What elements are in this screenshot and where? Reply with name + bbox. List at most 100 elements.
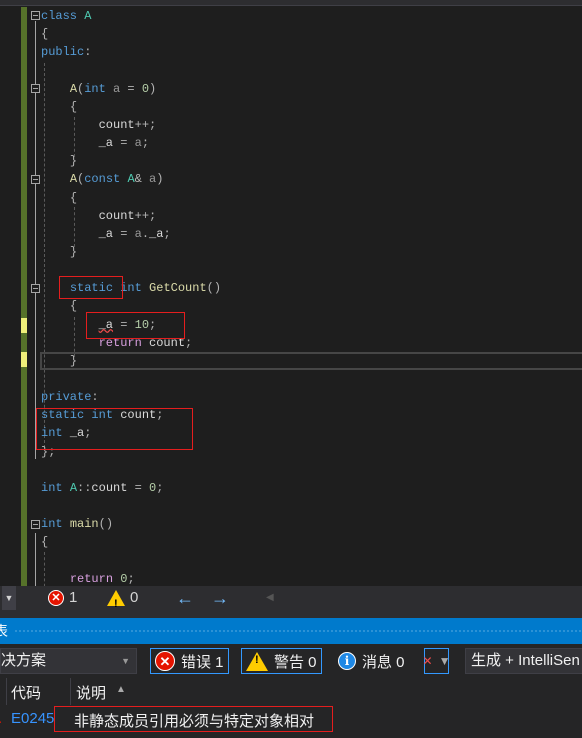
column-code[interactable]: 代码 [11, 682, 41, 703]
code-token: count [91, 480, 128, 495]
code-token: { [69, 190, 78, 205]
code-line: { [41, 533, 48, 551]
code-token: int [41, 517, 63, 532]
code-line: { [41, 98, 77, 116]
code-token: ; [141, 136, 150, 151]
code-token: a [134, 136, 142, 151]
collapse-icon[interactable] [31, 84, 40, 93]
code-line: } [41, 152, 77, 170]
code-token: 0 [141, 81, 150, 96]
code-token: ; [156, 480, 164, 495]
dropdown-arrow-icon[interactable]: ▼ [2, 586, 16, 610]
code-token: ; [127, 571, 135, 586]
warning-count[interactable]: 0 [107, 586, 138, 616]
code-token: A [84, 9, 92, 23]
current-line-highlight [40, 352, 582, 370]
code-token: public [41, 45, 85, 60]
code-token: & [134, 172, 142, 187]
code-line: } [41, 243, 77, 261]
code-line: { [41, 25, 48, 43]
error-row[interactable]: . E0245 非静态成员引用必须与特定对象相对 [0, 705, 582, 738]
warning-icon [107, 590, 125, 616]
collapse-icon[interactable] [31, 175, 40, 184]
error-code[interactable]: E0245 [11, 710, 54, 727]
scope-select[interactable]: 决方案 ▼ [0, 648, 137, 674]
code-token: _a [98, 226, 114, 241]
code-line: { [41, 189, 77, 207]
code-token: private [41, 390, 92, 405]
unsaved-change-marker [21, 352, 27, 367]
error-icon: ✕ [48, 590, 64, 606]
annotation-box [86, 312, 185, 339]
code-line: A(int a = 0) [41, 80, 156, 98]
code-line: A(const A& a) [41, 170, 164, 188]
code-token: count [98, 208, 135, 223]
code-line: } [41, 352, 77, 370]
code-line: class A [41, 7, 91, 25]
errors-filter-button[interactable]: ✕ 错误 1 [150, 648, 229, 674]
code-token: : [91, 390, 99, 405]
annotation-box [59, 276, 123, 299]
code-token: ; [185, 335, 193, 350]
code-token: class [41, 9, 78, 23]
code-line: count++; [41, 207, 157, 225]
error-count[interactable]: ✕ 1 [48, 586, 77, 610]
warnings-filter-button[interactable]: 警告 0 [241, 648, 322, 674]
code-token: ++; [134, 117, 157, 132]
code-token: = [113, 136, 135, 151]
error-list-toolbar: 决方案 ▼ ✕错误 1 警告 0 i消息 0 ✕▼ 生成 + IntelliSe… [0, 644, 582, 678]
code-token: { [69, 299, 78, 314]
code-token: _a [98, 136, 114, 151]
annotation-box [36, 408, 193, 450]
change-margin [21, 7, 27, 586]
code-line: count++; [41, 116, 157, 134]
code-token: const [84, 172, 121, 187]
code-line: _a = a._a; [41, 225, 171, 243]
code-token: A [127, 172, 135, 187]
code-token: A [69, 480, 78, 495]
column-description[interactable]: 说明 [76, 682, 106, 703]
collapse-icon[interactable] [31, 520, 40, 529]
source-select[interactable]: 生成 + IntelliSen [465, 648, 582, 674]
drag-grip[interactable] [14, 629, 582, 634]
code-token: a [134, 226, 142, 241]
code-token: = [127, 480, 150, 495]
code-token: _a [149, 226, 164, 241]
arrow-left-icon[interactable]: ← [176, 586, 194, 610]
outline-guide [35, 533, 36, 586]
code-token: count [98, 117, 135, 132]
panel-title: 表 [0, 623, 8, 639]
splitter [0, 610, 582, 618]
code-token: ; [163, 226, 171, 241]
clear-filter-icon[interactable]: ✕ ▼ [423, 648, 450, 674]
code-token: . [141, 226, 150, 241]
chevron-down-icon: ▼ [121, 656, 130, 666]
code-line: int main() [41, 515, 113, 533]
collapse-icon[interactable] [31, 11, 40, 20]
code-line: private: [41, 388, 99, 406]
error-list-title-bar: 表 [0, 618, 582, 644]
messages-filter-button[interactable]: i 消息 0 [333, 648, 410, 674]
collapse-icon[interactable] [31, 284, 40, 293]
scroll-left-icon[interactable]: ◀ [266, 586, 274, 610]
code-line: int A::count = 0; [41, 479, 163, 497]
code-token: = [113, 226, 135, 241]
code-token: { [41, 27, 49, 42]
code-line: return 0; [41, 570, 135, 586]
code-token: { [41, 535, 49, 550]
editor-status-bar: ▼ ✕1 0 ← → ◀ [0, 586, 582, 616]
code-editor[interactable]: class A{public: A(int a = 0) { count++; … [0, 7, 582, 586]
arrow-right-icon[interactable]: → [211, 586, 229, 610]
